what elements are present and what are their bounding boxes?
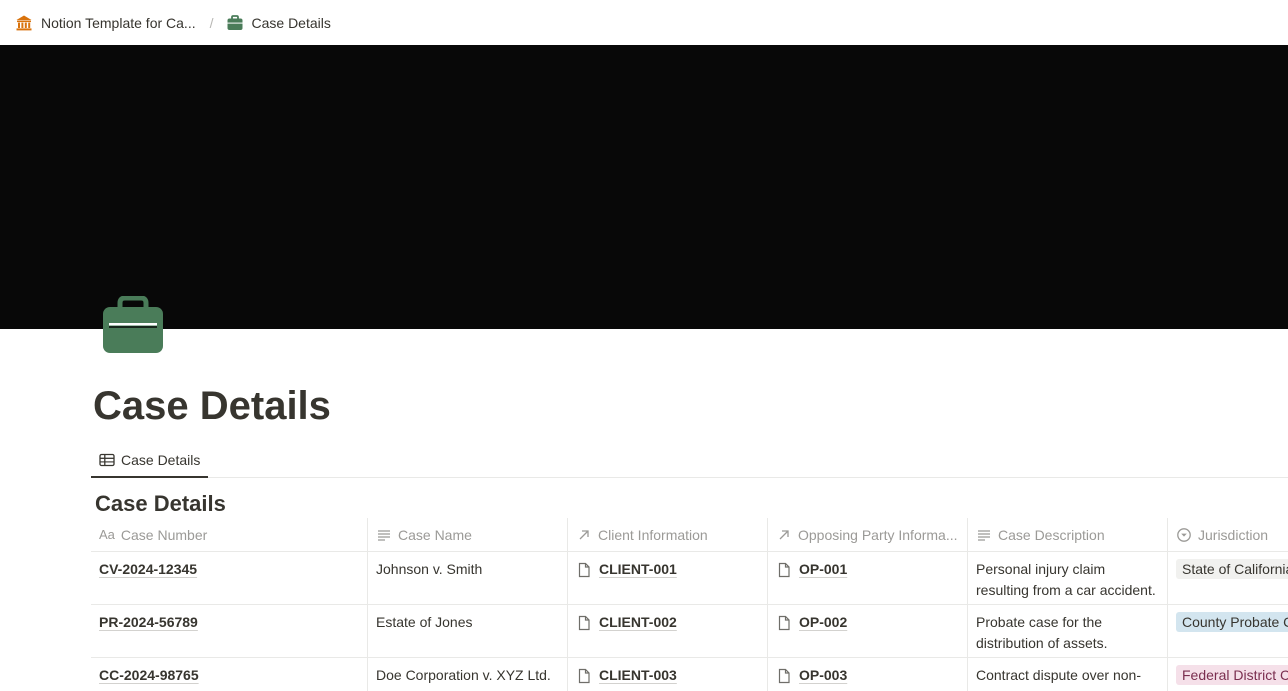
relation-link[interactable]: OP-001 <box>776 559 959 580</box>
briefcase-icon <box>226 14 244 32</box>
cell-jurisdiction[interactable]: Federal District Court <box>1167 658 1288 691</box>
relation-link[interactable]: CLIENT-003 <box>576 665 759 686</box>
building-columns-icon <box>15 14 33 32</box>
cell-case-number[interactable]: PR-2024-56789 <box>91 605 367 658</box>
table-icon <box>99 453 115 467</box>
jurisdiction-tag: State of California <box>1176 559 1288 579</box>
page-cover[interactable] <box>0 45 1288 329</box>
jurisdiction-tag: Federal District Court <box>1176 665 1288 685</box>
jurisdiction-tag: County Probate Court <box>1176 612 1288 632</box>
text-lines-icon <box>378 530 390 541</box>
relation-link[interactable]: OP-003 <box>776 665 959 686</box>
briefcase-icon[interactable] <box>101 295 165 356</box>
cell-jurisdiction[interactable]: State of California <box>1167 552 1288 605</box>
tab-case-details-table[interactable]: Case Details <box>91 444 209 478</box>
table-row[interactable]: PR-2024-56789 Estate of Jones CLIENT-002… <box>91 605 1288 658</box>
column-header-case-number[interactable]: Aa Case Number <box>91 518 367 552</box>
cell-case-description[interactable]: Personal injury claim resulting from a c… <box>967 552 1167 605</box>
cell-case-name[interactable]: Johnson v. Smith <box>367 552 567 605</box>
relation-arrow-icon <box>779 530 789 540</box>
page-icon <box>578 668 590 683</box>
tab-label: Case Details <box>121 452 201 468</box>
cell-client-information[interactable]: CLIENT-001 <box>567 552 767 605</box>
cell-opposing-party[interactable]: OP-002 <box>767 605 967 658</box>
top-bar: Notion Template for Ca... / Case Details <box>0 0 1288 45</box>
page-title[interactable]: Case Details <box>93 381 331 431</box>
cell-opposing-party[interactable]: OP-001 <box>767 552 967 605</box>
column-header-opposing-party[interactable]: Opposing Party Informa... <box>767 518 967 552</box>
page-icon <box>578 562 590 577</box>
table-row[interactable]: CV-2024-12345 Johnson v. Smith CLIENT-00… <box>91 552 1288 605</box>
cell-jurisdiction[interactable]: County Probate Court <box>1167 605 1288 658</box>
cell-client-information[interactable]: CLIENT-002 <box>567 605 767 658</box>
database-view-tabs: Case Details <box>91 444 1288 478</box>
column-header-client-information[interactable]: Client Information <box>567 518 767 552</box>
cell-case-description[interactable]: Contract dispute over non- <box>967 658 1167 691</box>
page-icon <box>778 668 790 683</box>
database-table: Aa Case Number Case Name Client Informat… <box>91 518 1288 691</box>
cell-case-name[interactable]: Doe Corporation v. XYZ Ltd. <box>367 658 567 691</box>
column-header-jurisdiction[interactable]: Jurisdiction <box>1167 518 1288 552</box>
table-header: Aa Case Number Case Name Client Informat… <box>91 518 1288 552</box>
select-circle-icon <box>1177 528 1191 542</box>
breadcrumb-label: Notion Template for Ca... <box>41 14 196 31</box>
breadcrumb-separator: / <box>209 14 214 31</box>
cell-client-information[interactable]: CLIENT-003 <box>567 658 767 691</box>
relation-link[interactable]: CLIENT-001 <box>576 559 759 580</box>
table-row[interactable]: CC-2024-98765 Doe Corporation v. XYZ Ltd… <box>91 658 1288 691</box>
page-icon <box>778 562 790 577</box>
breadcrumb-item-current[interactable]: Case Details <box>223 11 334 35</box>
column-header-case-description[interactable]: Case Description <box>967 518 1167 552</box>
cell-case-number[interactable]: CC-2024-98765 <box>91 658 367 691</box>
relation-arrow-icon <box>579 530 589 540</box>
column-header-case-name[interactable]: Case Name <box>367 518 567 552</box>
cell-case-name[interactable]: Estate of Jones <box>367 605 567 658</box>
cell-opposing-party[interactable]: OP-003 <box>767 658 967 691</box>
relation-link[interactable]: OP-002 <box>776 612 959 633</box>
text-lines-icon <box>978 530 990 541</box>
page-icon <box>578 615 590 630</box>
relation-link[interactable]: CLIENT-002 <box>576 612 759 633</box>
breadcrumb-item-parent[interactable]: Notion Template for Ca... <box>12 11 199 35</box>
cell-case-number[interactable]: CV-2024-12345 <box>91 552 367 605</box>
database-title[interactable]: Case Details <box>95 490 226 518</box>
page-icon <box>778 615 790 630</box>
cell-case-description[interactable]: Probate case for the distribution of ass… <box>967 605 1167 658</box>
breadcrumb-label: Case Details <box>251 14 331 31</box>
title-aa-icon: Aa <box>99 527 115 542</box>
